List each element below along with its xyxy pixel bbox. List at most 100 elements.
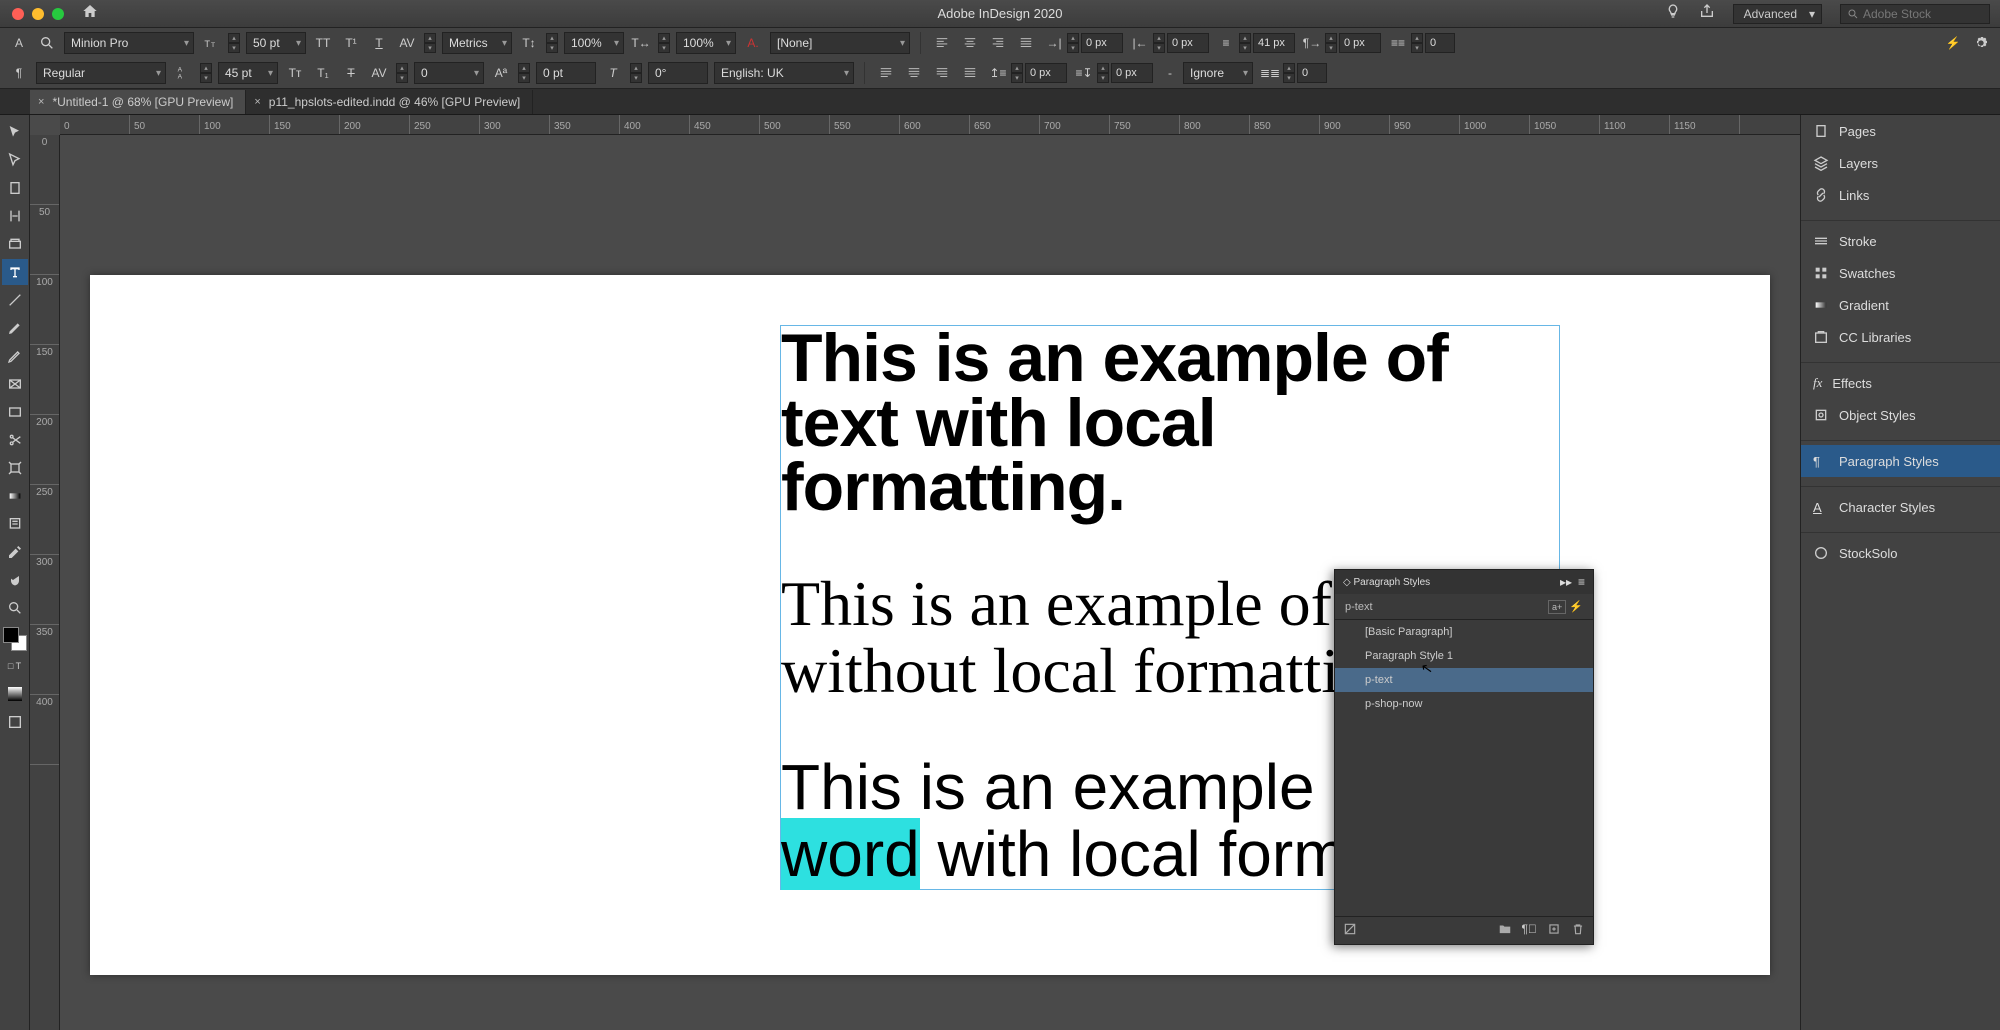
skew-field[interactable]: 0° bbox=[648, 62, 708, 84]
autoleading-field[interactable]: 41 px bbox=[1253, 33, 1295, 53]
gear-icon[interactable] bbox=[1970, 32, 1992, 54]
maximize-window-button[interactable] bbox=[52, 8, 64, 20]
lightning-icon[interactable]: ⚡ bbox=[1942, 32, 1964, 54]
close-tab-icon[interactable]: × bbox=[38, 96, 44, 108]
vscale-field[interactable]: 100% bbox=[564, 32, 624, 54]
tab-untitled[interactable]: ×*Untitled-1 @ 68% [GPU Preview] bbox=[30, 90, 246, 114]
scissors-tool[interactable] bbox=[2, 427, 28, 453]
note-tool[interactable] bbox=[2, 511, 28, 537]
leading-stepper[interactable]: ▴▾ bbox=[200, 63, 212, 83]
align-center-icon[interactable] bbox=[959, 32, 981, 54]
page-tool[interactable] bbox=[2, 175, 28, 201]
dock-cclibraries[interactable]: CC Libraries bbox=[1801, 321, 2000, 353]
dock-stocksolo[interactable]: StockSolo bbox=[1801, 537, 2000, 569]
line-tool[interactable] bbox=[2, 287, 28, 313]
vertical-ruler[interactable]: 050100150200250300350400 bbox=[30, 135, 60, 1030]
dock-layers[interactable]: Layers bbox=[1801, 147, 2000, 179]
justify-left-icon[interactable] bbox=[875, 62, 897, 84]
paragraph-mode-icon[interactable]: ¶ bbox=[8, 62, 30, 84]
firstline-stepper[interactable]: ▴▾ bbox=[1325, 33, 1337, 53]
autoleading-stepper[interactable]: ▴▾ bbox=[1239, 33, 1251, 53]
clear-override-icon[interactable]: ¶⃠ bbox=[1522, 922, 1537, 939]
hscale-field[interactable]: 100% bbox=[676, 32, 736, 54]
dock-gradient[interactable]: Gradient bbox=[1801, 289, 2000, 321]
skew-stepper[interactable]: ▴▾ bbox=[630, 63, 642, 83]
character-mode-icon[interactable]: A bbox=[8, 32, 30, 54]
align-left-icon[interactable] bbox=[931, 32, 953, 54]
selection-tool[interactable] bbox=[2, 119, 28, 145]
subscript-icon[interactable]: T₁ bbox=[312, 62, 334, 84]
format-container-icon[interactable]: □ T bbox=[2, 653, 28, 679]
gradient-swatch-tool[interactable] bbox=[2, 483, 28, 509]
search-font-icon[interactable] bbox=[36, 32, 58, 54]
space-before-field[interactable]: 0 px bbox=[1025, 63, 1067, 83]
zoom-tool[interactable] bbox=[2, 595, 28, 621]
justify-all-icon[interactable] bbox=[959, 62, 981, 84]
style-item[interactable]: [Basic Paragraph] bbox=[1335, 620, 1593, 644]
minimize-window-button[interactable] bbox=[32, 8, 44, 20]
share-icon[interactable] bbox=[1699, 3, 1715, 24]
underline-icon[interactable]: T bbox=[368, 32, 390, 54]
superscript-icon[interactable]: T¹ bbox=[340, 32, 362, 54]
strikethrough-icon[interactable]: T bbox=[340, 62, 362, 84]
new-style-icon[interactable]: a+ bbox=[1548, 600, 1566, 614]
panel-menu-icon[interactable]: ≡ bbox=[1578, 575, 1585, 589]
map-styles-icon[interactable] bbox=[1343, 922, 1357, 939]
font-family-field[interactable]: Minion Pro bbox=[64, 32, 194, 54]
horizontal-ruler[interactable]: 0501001502002503003504004505005506006507… bbox=[60, 115, 1800, 135]
apply-color-icon[interactable] bbox=[2, 681, 28, 707]
space-after-field[interactable]: 0 px bbox=[1111, 63, 1153, 83]
new-style-button-icon[interactable] bbox=[1547, 922, 1561, 939]
left-indent-field[interactable]: 0 px bbox=[1081, 33, 1123, 53]
direct-selection-tool[interactable] bbox=[2, 147, 28, 173]
rectangle-tool[interactable] bbox=[2, 399, 28, 425]
language-field[interactable]: English: UK bbox=[714, 62, 854, 84]
kerning-stepper[interactable]: ▴▾ bbox=[424, 33, 436, 53]
style-item[interactable]: Paragraph Style 1 bbox=[1335, 644, 1593, 668]
dock-stroke[interactable]: Stroke bbox=[1801, 225, 2000, 257]
adobe-stock-search[interactable]: Adobe Stock bbox=[1840, 4, 1990, 24]
dock-links[interactable]: Links bbox=[1801, 179, 2000, 211]
paragraph-bold-local[interactable]: This is an example of text with local fo… bbox=[781, 326, 1559, 520]
fill-color-icon[interactable]: A. bbox=[742, 32, 764, 54]
all-caps-icon[interactable]: TT bbox=[312, 32, 334, 54]
dock-swatches[interactable]: Swatches bbox=[1801, 257, 2000, 289]
dock-pages[interactable]: Pages bbox=[1801, 115, 2000, 147]
baseline-field[interactable]: 0 pt bbox=[536, 62, 596, 84]
home-icon[interactable] bbox=[82, 3, 98, 24]
close-tab-icon[interactable]: × bbox=[254, 96, 260, 108]
firstline-field[interactable]: 0 px bbox=[1339, 33, 1381, 53]
columns-b-stepper[interactable]: ▴▾ bbox=[1283, 63, 1295, 83]
dock-object-styles[interactable]: Object Styles bbox=[1801, 399, 2000, 431]
lightbulb-icon[interactable] bbox=[1665, 3, 1681, 24]
type-tool[interactable] bbox=[2, 259, 28, 285]
space-after-stepper[interactable]: ▴▾ bbox=[1097, 63, 1109, 83]
close-window-button[interactable] bbox=[12, 8, 24, 20]
free-transform-tool[interactable] bbox=[2, 455, 28, 481]
fill-stroke-color-well[interactable] bbox=[3, 627, 27, 651]
style-item[interactable]: p-shop-now bbox=[1335, 692, 1593, 716]
align-right-icon[interactable] bbox=[987, 32, 1009, 54]
font-size-stepper[interactable]: ▴▾ bbox=[228, 33, 240, 53]
justify-icon[interactable] bbox=[1015, 32, 1037, 54]
columns-a-stepper[interactable]: ▴▾ bbox=[1411, 33, 1423, 53]
hand-tool[interactable] bbox=[2, 567, 28, 593]
content-collector-tool[interactable] bbox=[2, 231, 28, 257]
columns-b-field[interactable]: 0 bbox=[1297, 63, 1327, 83]
eyedropper-tool[interactable] bbox=[2, 539, 28, 565]
justify-center-icon[interactable] bbox=[903, 62, 925, 84]
dock-effects[interactable]: fxEffects bbox=[1801, 367, 2000, 399]
hscale-stepper[interactable]: ▴▾ bbox=[658, 33, 670, 53]
vscale-stepper[interactable]: ▴▾ bbox=[546, 33, 558, 53]
kerning-field[interactable]: Metrics bbox=[442, 32, 512, 54]
tracking-field[interactable]: 0 bbox=[414, 62, 484, 84]
char-style-field[interactable]: [None] bbox=[770, 32, 910, 54]
leading-field[interactable]: 45 pt bbox=[218, 62, 278, 84]
baseline-stepper[interactable]: ▴▾ bbox=[518, 63, 530, 83]
justify-right-icon[interactable] bbox=[931, 62, 953, 84]
collapse-panel-icon[interactable]: ▸▸ bbox=[1560, 575, 1572, 589]
delete-style-icon[interactable] bbox=[1571, 922, 1585, 939]
pencil-tool[interactable] bbox=[2, 343, 28, 369]
font-style-field[interactable]: Regular bbox=[36, 62, 166, 84]
right-indent-field[interactable]: 0 px bbox=[1167, 33, 1209, 53]
